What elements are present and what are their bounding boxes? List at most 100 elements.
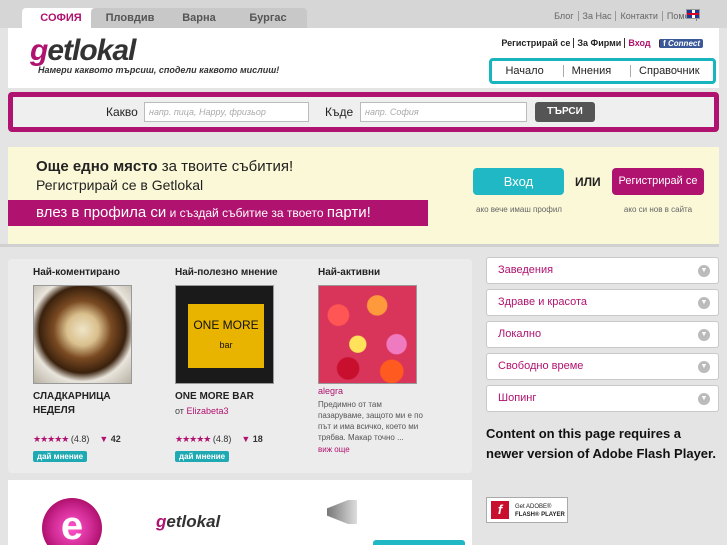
chevron-down-icon: ▼ (698, 393, 710, 405)
search-bar-inner: Какво напр. пица, Happy, фризьор Къде на… (13, 97, 714, 127)
bar-thumbnail[interactable]: ONE MORE bar (175, 285, 274, 384)
give-opinion-button[interactable]: дай мнение (175, 451, 230, 462)
what-label: Какво (106, 105, 138, 119)
comment-icon: ▼ 42 (99, 434, 121, 444)
promo-line1-bold: Още едно място (36, 158, 158, 175)
category-label: Шопинг (498, 392, 537, 404)
band-c: парти! (326, 204, 371, 221)
stars-icon: ★★★★★ (33, 434, 69, 444)
column-title: Най-коментирано (33, 267, 120, 278)
chevron-down-icon: ▼ (698, 265, 710, 277)
band-b: и създай събитие за твоето (166, 206, 327, 220)
header-links: Регистрирай се За Фирми Вход f Connect (498, 38, 703, 48)
tab-sofia[interactable]: СОФИЯ (22, 8, 100, 28)
register-link[interactable]: Регистрирай се (498, 38, 573, 48)
most-commented-column: Най-коментирано СЛАДКАРНИЦА НЕДЕЛЯ (33, 259, 153, 418)
register-note: ако си нов в сайта (623, 205, 693, 214)
get-flash-player-button[interactable]: Get ADOBE® FLASH® PLAYER (486, 497, 568, 523)
cake-thumbnail[interactable] (33, 285, 132, 384)
bottom-banner: e getlokal (8, 480, 472, 545)
tagline: Намери каквото търсиш, сподели каквото м… (38, 65, 280, 75)
review-quote: Предимно от там пазаруваме, защото ми е … (318, 400, 423, 442)
fb-connect-label: Connect (668, 39, 700, 48)
tab-burgas[interactable]: Бургас (229, 8, 307, 28)
band-a: влез в профила си (36, 204, 167, 221)
login-note: ако вече имаш профил (476, 205, 562, 214)
category-free-time[interactable]: Свободно време ▼ (486, 353, 719, 380)
column-title: Най-полезно мнение (175, 267, 278, 278)
category-restaurants[interactable]: Заведения ▼ (486, 257, 719, 284)
facebook-connect-button[interactable]: f Connect (659, 39, 703, 48)
firms-link[interactable]: За Фирми (573, 38, 625, 48)
megaphone-icon (327, 500, 357, 524)
logo-text: etlokal (47, 34, 136, 67)
author-link[interactable]: Elizabeta3 (186, 406, 228, 416)
by-prefix: от (175, 406, 187, 416)
category-label: Здраве и красота (498, 296, 587, 308)
rating-row: ★★★★★ (4.8) ▼ 18 (175, 434, 263, 445)
top-links: Блог За Нас Контакти Помощ (550, 11, 701, 21)
featured-panel: Най-коментирано СЛАДКАРНИЦА НЕДЕЛЯ ★★★★★… (8, 259, 472, 473)
promo-register-button[interactable]: Регистрирай се (612, 168, 704, 195)
see-more-link[interactable]: виж още (318, 445, 350, 454)
promo-or: ИЛИ (575, 175, 601, 189)
login-link[interactable]: Вход (624, 38, 654, 48)
flash-btn-line2: FLASH® PLAYER (515, 512, 565, 518)
category-health-beauty[interactable]: Здраве и красота ▼ (486, 289, 719, 316)
promo-band: влез в профила си и създай събитие за тв… (8, 200, 428, 226)
stars-icon: ★★★★★ (175, 434, 211, 444)
column-title: Най-активни (318, 267, 381, 278)
comment-count: 42 (110, 434, 121, 444)
nav-home[interactable]: Начало (497, 65, 551, 77)
category-local[interactable]: Локално ▼ (486, 321, 719, 348)
chevron-down-icon: ▼ (698, 361, 710, 373)
flash-required-message: Content on this page requires a newer ve… (486, 426, 716, 461)
user-link[interactable]: alegra (318, 386, 458, 396)
where-label: Къде (325, 105, 354, 119)
promo-line2: Регистрирай се в Getlokal (36, 177, 204, 193)
give-opinion-button[interactable]: дай мнение (33, 451, 88, 462)
comment-icon: ▼ 18 (241, 434, 263, 444)
most-active-column: Най-активни alegra Предимно от там пазар… (318, 259, 458, 443)
nav-directory[interactable]: Справочник (630, 65, 708, 77)
city-tab-bar: СОФИЯ Пловдив Варна Бургас Блог За Нас Кон… (0, 0, 727, 28)
rating-value: (4.8) (212, 434, 232, 444)
promo-banner: Още едно място за твоите събития! Регист… (8, 147, 719, 244)
contacts-link[interactable]: Контакти (615, 11, 662, 21)
bottom-getlokal-logo: getlokal (156, 512, 220, 532)
nav-reviews[interactable]: Мнения (562, 65, 620, 77)
bar-sign: ONE MORE bar (188, 304, 264, 368)
rating-row: ★★★★★ (4.8) ▼ 42 (33, 434, 121, 445)
e-logo-icon: e (42, 498, 102, 545)
about-link[interactable]: За Нас (577, 11, 616, 21)
blog-link[interactable]: Блог (550, 11, 577, 21)
getlokal-logo[interactable]: getlokal (30, 34, 136, 68)
flowers-thumbnail[interactable] (318, 285, 417, 384)
tab-plovdiv[interactable]: Пловдив (91, 8, 169, 28)
most-useful-column: Най-полезно мнение ONE MORE bar ONE MORE … (175, 259, 295, 416)
category-label: Свободно време (498, 360, 584, 372)
bottom-button[interactable] (373, 540, 465, 545)
bottom-logo-text: etlokal (166, 512, 221, 531)
category-label: Локално (498, 328, 542, 340)
what-input[interactable]: напр. пица, Happy, фризьор (144, 102, 309, 122)
uk-flag-icon[interactable] (686, 9, 700, 19)
comment-count: 18 (252, 434, 263, 444)
rating-value: (4.8) (70, 434, 90, 444)
category-shopping[interactable]: Шопинг ▼ (486, 385, 719, 412)
place-name[interactable]: ONE MORE BAR (175, 390, 295, 404)
logo-g: g (30, 34, 48, 67)
header: getlokal Намери каквото търсиш, сподели … (8, 28, 719, 88)
chevron-down-icon: ▼ (698, 329, 710, 341)
main-nav: Начало Мнения Справочник (489, 58, 716, 84)
where-input[interactable]: напр. София (360, 102, 527, 122)
sign-top: ONE MORE (193, 318, 259, 332)
flash-btn-line1: Get ADOBE® (515, 504, 552, 510)
bottom-logo-g: g (156, 512, 167, 531)
promo-login-button[interactable]: Вход (473, 168, 564, 195)
tab-varna[interactable]: Варна (160, 8, 238, 28)
divider (0, 244, 719, 247)
place-name[interactable]: СЛАДКАРНИЦА НЕДЕЛЯ (33, 390, 153, 418)
category-label: Заведения (498, 264, 554, 276)
search-button[interactable]: ТЪРСИ (535, 102, 595, 122)
